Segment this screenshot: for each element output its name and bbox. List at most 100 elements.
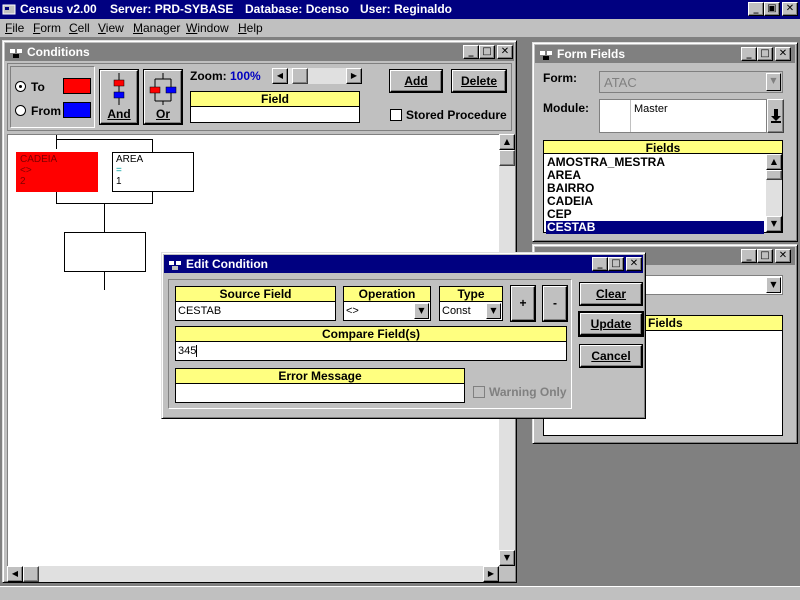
to-color-swatch — [63, 78, 91, 94]
conditions-title: Conditions — [27, 45, 90, 59]
database-label: Database: Dcenso — [245, 2, 350, 16]
menu-cell[interactable]: Cell — [69, 21, 90, 35]
from-color-swatch — [63, 102, 91, 118]
form-select[interactable]: ATAC ▼ — [599, 71, 783, 93]
canvas-scroll-down[interactable]: ▼ — [499, 550, 515, 566]
background-fields-header-text: Fields — [648, 316, 683, 330]
to-radio[interactable] — [15, 81, 26, 92]
chevron-down-icon[interactable]: ▼ — [414, 303, 429, 319]
field-header: Field — [190, 91, 360, 107]
form-label: Form: — [543, 71, 577, 85]
or-button[interactable]: Or — [144, 70, 182, 124]
empty-condition-node[interactable] — [64, 232, 146, 272]
field-input[interactable] — [190, 106, 360, 123]
chevron-down-icon[interactable]: ▼ — [486, 303, 501, 319]
edit-condition-icon — [168, 257, 182, 271]
error-message-header: Error Message — [175, 368, 465, 384]
to-label: To — [31, 80, 45, 94]
fields-scroll-up[interactable]: ▲ — [766, 154, 782, 170]
conditions-maximize-button[interactable]: □ — [479, 45, 495, 59]
list-item[interactable]: CADEIA — [546, 195, 764, 208]
add-label: Add — [404, 74, 428, 88]
from-radio[interactable] — [15, 105, 26, 116]
menu-manager[interactable]: Manager — [133, 21, 180, 35]
to-from-group: To From — [10, 66, 95, 128]
fields-vscrollbar[interactable]: ▲ ▼ — [766, 154, 782, 232]
error-message-input[interactable] — [175, 383, 465, 403]
canvas-hscrollbar[interactable]: ◀ ▶ — [7, 566, 499, 582]
connector — [56, 135, 57, 149]
conditions-minimize-button[interactable]: _ — [463, 45, 479, 59]
app-restore-button[interactable]: ▣ — [764, 2, 780, 16]
canvas-scroll-right[interactable]: ▶ — [483, 566, 499, 582]
menu-form[interactable]: Form — [33, 21, 61, 35]
or-label: Or — [155, 107, 170, 121]
fields-scroll-down[interactable]: ▼ — [766, 216, 782, 232]
node-operator: <> — [20, 165, 32, 176]
fields-header: Fields — [543, 140, 783, 155]
operation-select[interactable]: <> ▼ — [343, 301, 431, 321]
and-icon — [113, 73, 125, 105]
list-item-selected[interactable]: CESTAB — [546, 221, 764, 234]
download-arrow-icon — [770, 109, 781, 123]
edit-minimize-button[interactable]: _ — [592, 257, 608, 271]
app-minimize-button[interactable]: _ — [748, 2, 764, 16]
edit-close-button[interactable]: ✕ — [626, 257, 642, 271]
form-fields-title: Form Fields — [557, 47, 626, 61]
module-field[interactable]: Master — [599, 99, 767, 133]
and-label: And — [107, 107, 131, 121]
chevron-down-icon[interactable]: ▼ — [766, 277, 781, 293]
form-fields-close-button[interactable]: ✕ — [775, 47, 791, 61]
background-close-button[interactable]: ✕ — [775, 249, 791, 263]
delete-button[interactable]: Delete — [452, 70, 506, 92]
menu-window[interactable]: Window — [186, 21, 229, 35]
edit-maximize-button[interactable]: □ — [608, 257, 624, 271]
operation-header: Operation — [343, 286, 431, 302]
menu-help[interactable]: Help — [238, 21, 263, 35]
type-select[interactable]: Const ▼ — [439, 301, 503, 321]
clear-button[interactable]: Clear — [580, 283, 642, 305]
warning-only-checkbox[interactable] — [473, 386, 485, 398]
condition-node-area[interactable]: AREA = 1 — [112, 152, 194, 192]
type-value: Const — [442, 305, 471, 317]
zoom-value: 100% — [230, 69, 261, 83]
canvas-scroll-left[interactable]: ◀ — [7, 566, 23, 582]
and-button[interactable]: And — [100, 70, 138, 124]
zoom-right-arrow[interactable]: ▶ — [346, 68, 362, 84]
condition-node-cadeia[interactable]: CADEIA <> 2 — [16, 152, 98, 192]
form-fields-maximize-button[interactable]: □ — [757, 47, 773, 61]
canvas-vscroll-thumb[interactable] — [499, 150, 515, 166]
node-value: 1 — [116, 176, 122, 187]
canvas-hscroll-thumb[interactable] — [23, 566, 39, 582]
module-dropdown-button[interactable] — [767, 99, 784, 133]
conditions-close-button[interactable]: ✕ — [497, 45, 513, 59]
background-maximize-button[interactable]: □ — [757, 249, 773, 263]
add-button[interactable]: Add — [390, 70, 442, 92]
chevron-down-icon[interactable]: ▼ — [766, 73, 781, 91]
minus-icon: - — [553, 296, 557, 310]
fields-scroll-thumb[interactable] — [766, 170, 782, 180]
connector — [104, 272, 105, 290]
stored-procedure-checkbox[interactable] — [390, 109, 402, 121]
node-field: CADEIA — [20, 154, 58, 165]
cancel-button[interactable]: Cancel — [580, 345, 642, 367]
menu-file[interactable]: File — [5, 21, 24, 35]
zoom-left-arrow[interactable]: ◀ — [272, 68, 288, 84]
remove-compare-button[interactable]: - — [543, 286, 567, 321]
canvas-scroll-up[interactable]: ▲ — [499, 134, 515, 150]
add-compare-button[interactable]: + — [511, 286, 535, 321]
form-fields-minimize-button[interactable]: _ — [741, 47, 757, 61]
update-button[interactable]: Update — [580, 313, 642, 335]
delete-label: Delete — [460, 74, 498, 88]
background-minimize-button[interactable]: _ — [741, 249, 757, 263]
zoom-scrollbar[interactable]: ◀ ▶ — [272, 68, 362, 84]
app-close-button[interactable]: ✕ — [782, 2, 798, 16]
source-field-input[interactable]: CESTAB — [175, 301, 336, 321]
stored-procedure-label: Stored Procedure — [406, 108, 507, 122]
menu-view[interactable]: View — [98, 21, 124, 35]
from-label: From — [31, 104, 61, 118]
app-title: Census v2.00 — [20, 2, 97, 16]
fields-list[interactable]: AMOSTRA_MESTRA AREA BAIRRO CADEIA CEP CE… — [543, 153, 783, 234]
zoom-thumb[interactable] — [292, 68, 308, 84]
compare-fields-input[interactable]: 345 — [175, 341, 567, 361]
